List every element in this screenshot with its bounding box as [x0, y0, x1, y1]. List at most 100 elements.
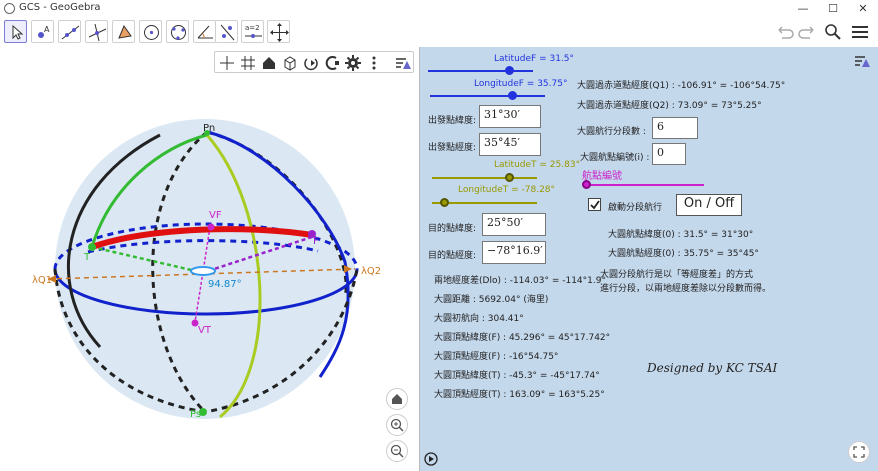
globe-scene: Pn Ps T F VF VT λQ1 λQ2 94.87° [32, 119, 381, 420]
q2-text: 大圓過赤道點經度(Q2) : 73.09° = 73°5.25° [577, 101, 762, 111]
line-icon [61, 25, 80, 40]
nav-index-input[interactable]: 0 [652, 143, 686, 165]
angle-tool-button[interactable] [193, 20, 216, 43]
destination-lon-label: 目的點經度: [428, 251, 477, 261]
svg-text:A: A [44, 25, 50, 34]
point-icon: A [38, 25, 50, 38]
vertex-lat-f-text: 大圓頂點緯度(F) : 45.296° = 45°17.742° [434, 333, 611, 343]
vertex-lat-t-text: 大圓頂點緯度(T) : -45.3° = -45°17.74° [434, 371, 600, 381]
initial-course-text: 大圓初航向 : 304.41° [434, 314, 524, 324]
designer-credit: Designed by KC TSAI [647, 361, 778, 375]
q2-label: λQ2 [361, 266, 381, 277]
circle-icon [144, 25, 159, 40]
zoom-out-button[interactable] [386, 440, 408, 462]
latitude-t-slider-knob[interactable] [505, 173, 515, 182]
longitude-f-slider-track[interactable] [430, 95, 545, 97]
latitude-f-label: LatitudeF = 31.5° [494, 54, 575, 64]
polygon-tool-button[interactable] [112, 20, 135, 43]
geogebra-logo-icon [4, 3, 15, 14]
nav-lat-text: 大圓航點緯度(0) : 31.5° = 31°30° [608, 230, 754, 240]
vf-point[interactable] [207, 223, 215, 231]
search-icon[interactable] [822, 22, 844, 42]
window-title: GCS - GeoGebra [19, 2, 101, 13]
circle-three-points-icon [171, 25, 186, 40]
play-animation-icon[interactable] [424, 452, 438, 466]
slider-icon: a=2 [245, 24, 262, 38]
main-toolbar: A a=2 [0, 17, 878, 48]
start-nav-label: 啟動分段航行 [608, 203, 663, 213]
close-button[interactable]: ✕ [848, 0, 878, 17]
undo-icon[interactable] [773, 22, 795, 42]
graphics-2d-panel: LatitudeF = 31.5° LongitudeF = 35.75° 大圓… [420, 47, 878, 471]
nav-index-label: 大圓航點編號(i) : [580, 153, 650, 163]
fullscreen-icon [853, 446, 865, 458]
angle-label: 94.87° [208, 279, 242, 290]
conic-tool-button[interactable] [166, 20, 189, 43]
reflect-tool-button[interactable] [215, 20, 238, 43]
checkmark-icon [590, 200, 600, 210]
hamburger-menu-icon[interactable] [849, 22, 871, 42]
departure-lon-input[interactable]: 35°45′ [479, 133, 541, 156]
segments-input[interactable]: 6 [652, 117, 698, 139]
home-view-button[interactable] [386, 388, 408, 410]
fullscreen-button[interactable] [848, 441, 870, 463]
vf-label: VF [209, 210, 222, 221]
style-bar-toggle-icon[interactable] [853, 52, 873, 72]
point-tool-button[interactable]: A [31, 20, 54, 43]
angle-icon [197, 25, 213, 39]
dlo-text: 兩地經度差(Dlo) : -114.03° = -114°1.9° [434, 276, 606, 286]
latitude-f-slider-track[interactable] [428, 70, 533, 72]
slider-tool-button[interactable]: a=2 [241, 20, 264, 43]
zoom-out-icon [390, 444, 404, 458]
reflect-icon [220, 24, 235, 41]
q1-text: 大圓過赤道點經度(Q1) : -106.91° = -106°54.75° [577, 81, 786, 91]
move-tool-button[interactable] [4, 20, 27, 43]
vt-label: VT [198, 325, 212, 336]
perpendicular-tool-button[interactable] [85, 20, 108, 43]
longitude-f-label: LongitudeF = 35.75° [474, 79, 568, 89]
zoom-in-icon [390, 418, 404, 432]
center-marker [190, 266, 216, 276]
slider-tool-label: a=2 [245, 24, 260, 32]
cursor-arrow-icon [12, 24, 24, 40]
vertex-lon-f-text: 大圓頂點經度(F) : -16°54.75° [434, 352, 559, 362]
latitude-f-slider-knob[interactable] [505, 66, 515, 75]
graphics-3d-view[interactable]: Pn Ps T F VF VT λQ1 λQ2 94.87° [0, 47, 420, 471]
zoom-in-button[interactable] [386, 414, 408, 436]
circle-tool-button[interactable] [139, 20, 162, 43]
longitude-f-slider-knob[interactable] [508, 91, 518, 100]
nav-index-slider-track[interactable] [586, 184, 704, 186]
longitude-t-slider-knob[interactable] [440, 198, 450, 207]
destination-lat-input[interactable]: 25°50′ [482, 213, 546, 236]
note-line-1: 大圓分段航行是以「等經度差」的方式 [600, 270, 754, 280]
pn-label: Pn [203, 123, 215, 134]
destination-lon-input[interactable]: −78°16.9′ [482, 241, 546, 264]
minimize-button[interactable]: — [788, 0, 818, 17]
redo-icon[interactable] [797, 22, 819, 42]
q1-label: λQ1 [32, 275, 52, 286]
latitude-t-slider-track[interactable] [432, 177, 537, 179]
move-cross-icon [270, 23, 289, 42]
polygon-icon [118, 24, 132, 39]
perpendicular-line-icon [88, 23, 107, 42]
window-titlebar: GCS - GeoGebra — ☐ ✕ [0, 0, 878, 18]
vertex-lon-t-text: 大圓頂點經度(T) : 163.09° = 163°5.25° [434, 390, 605, 400]
nav-lon-text: 大圓航點經度(0) : 35.75° = 35°45° [608, 249, 759, 259]
home-icon [392, 394, 402, 404]
line-tool-button[interactable] [58, 20, 81, 43]
move-graphics-tool-button[interactable] [267, 20, 290, 43]
departure-lon-label: 出發點經度: [428, 143, 477, 153]
ps-label: Ps [190, 409, 201, 420]
departure-lat-label: 出發點緯度: [428, 116, 477, 126]
on-off-button[interactable]: On / Off [676, 194, 742, 216]
t-label: T [83, 252, 91, 263]
start-nav-checkbox[interactable] [588, 198, 601, 211]
latitude-t-label: LatitudeT = 25.83° [494, 160, 581, 170]
nav-index-slider-knob[interactable] [581, 180, 591, 189]
longitude-t-label: LongitudeT = -78.28° [458, 185, 556, 195]
distance-text: 大圓距離 : 5692.04° (海里) [434, 295, 549, 305]
maximize-button[interactable]: ☐ [818, 0, 848, 17]
t-point[interactable] [88, 243, 96, 251]
departure-lat-input[interactable]: 31°30′ [479, 105, 541, 128]
f-label: F [313, 236, 319, 247]
